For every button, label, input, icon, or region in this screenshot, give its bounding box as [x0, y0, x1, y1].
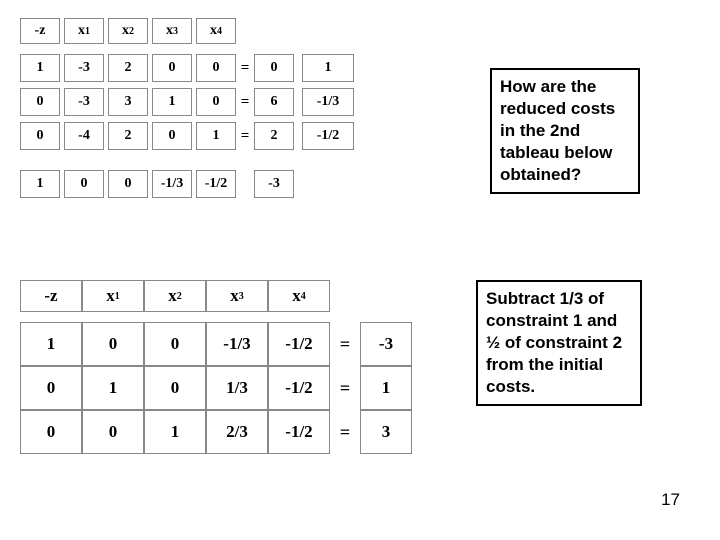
- t1-r1-c1: -3: [64, 54, 104, 82]
- col-x2: x2: [144, 280, 206, 312]
- t1-r1-mult: 1: [302, 54, 354, 82]
- t1-r3-c3: 0: [152, 122, 192, 150]
- t1-r1-c2: 2: [108, 54, 148, 82]
- question-box: How are the reduced costs in the 2nd tab…: [490, 68, 640, 194]
- t1-r4-c3: -1/3: [152, 170, 192, 198]
- t1-r3-rhs: 2: [254, 122, 294, 150]
- t1-r4-rhs: -3: [254, 170, 294, 198]
- col-x1: x1: [64, 18, 104, 44]
- t2-r3-rhs: 3: [360, 410, 412, 454]
- t2-r2-c1: 1: [82, 366, 144, 410]
- t1-r1-rhs: 0: [254, 54, 294, 82]
- col-x2: x2: [108, 18, 148, 44]
- t2-r1-c1: 0: [82, 322, 144, 366]
- t1-r2-c0: 0: [20, 88, 60, 116]
- question-text: How are the reduced costs in the 2nd tab…: [500, 77, 615, 184]
- equals-icon: =: [236, 60, 254, 77]
- t2-r2-rhs: 1: [360, 366, 412, 410]
- t2-r3-c3: 2/3: [206, 410, 268, 454]
- t1-r4-c4: -1/2: [196, 170, 236, 198]
- t1-r3-c4: 1: [196, 122, 236, 150]
- tableau1-reduced-row: 1 0 0 -1/3 -1/2 -3: [20, 170, 354, 198]
- t2-r2-c4: -1/2: [268, 366, 330, 410]
- t1-r3-c1: -4: [64, 122, 104, 150]
- tableau1-row3: 0 -4 2 0 1 = 2 -1/2: [20, 122, 354, 150]
- page-number: 17: [661, 490, 680, 510]
- initial-tableau: -z x1 x2 x3 x4 1 -3 2 0 0 = 0 1 0 -3 3 1…: [20, 18, 354, 198]
- col-z: -z: [20, 280, 82, 312]
- t2-r3-c0: 0: [20, 410, 82, 454]
- t1-r2-c1: -3: [64, 88, 104, 116]
- col-x1: x1: [82, 280, 144, 312]
- col-x3: x3: [206, 280, 268, 312]
- t1-r1-c0: 1: [20, 54, 60, 82]
- t1-r2-c4: 0: [196, 88, 236, 116]
- answer-box: Subtract 1/3 of constraint 1 and ½ of co…: [476, 280, 642, 406]
- tableau2-row1: 1 0 0 -1/3 -1/2 = -3: [20, 322, 412, 366]
- t2-r3-c1: 0: [82, 410, 144, 454]
- equals-icon: =: [330, 422, 360, 443]
- equals-icon: =: [330, 378, 360, 399]
- equals-icon: =: [236, 94, 254, 111]
- t1-r3-mult: -1/2: [302, 122, 354, 150]
- t2-r2-c3: 1/3: [206, 366, 268, 410]
- answer-text: Subtract 1/3 of constraint 1 and ½ of co…: [486, 289, 622, 396]
- tableau1-row1: 1 -3 2 0 0 = 0 1: [20, 54, 354, 82]
- tableau2-row2: 0 1 0 1/3 -1/2 = 1: [20, 366, 412, 410]
- t1-r3-c0: 0: [20, 122, 60, 150]
- t1-r4-c0: 1: [20, 170, 60, 198]
- col-x3: x3: [152, 18, 192, 44]
- col-x4: x4: [196, 18, 236, 44]
- t1-r2-rhs: 6: [254, 88, 294, 116]
- col-z: -z: [20, 18, 60, 44]
- t1-r1-c4: 0: [196, 54, 236, 82]
- t2-r1-c3: -1/3: [206, 322, 268, 366]
- t2-r1-c0: 1: [20, 322, 82, 366]
- t1-r2-c3: 1: [152, 88, 192, 116]
- equals-icon: =: [330, 334, 360, 355]
- col-x4: x4: [268, 280, 330, 312]
- equals-icon: =: [236, 128, 254, 145]
- t1-r1-c3: 0: [152, 54, 192, 82]
- tableau2-header-row: -z x1 x2 x3 x4: [20, 280, 412, 312]
- t2-r2-c0: 0: [20, 366, 82, 410]
- tableau1-header-row: -z x1 x2 x3 x4: [20, 18, 354, 44]
- t1-r4-c1: 0: [64, 170, 104, 198]
- t2-r3-c2: 1: [144, 410, 206, 454]
- t1-r2-mult: -1/3: [302, 88, 354, 116]
- t2-r1-rhs: -3: [360, 322, 412, 366]
- t1-r3-c2: 2: [108, 122, 148, 150]
- tableau2-row3: 0 0 1 2/3 -1/2 = 3: [20, 410, 412, 454]
- t2-r1-c4: -1/2: [268, 322, 330, 366]
- t2-r2-c2: 0: [144, 366, 206, 410]
- second-tableau: -z x1 x2 x3 x4 1 0 0 -1/3 -1/2 = -3 0 1 …: [20, 280, 412, 454]
- t2-r3-c4: -1/2: [268, 410, 330, 454]
- t2-r1-c2: 0: [144, 322, 206, 366]
- t1-r4-c2: 0: [108, 170, 148, 198]
- t1-r2-c2: 3: [108, 88, 148, 116]
- tableau1-row2: 0 -3 3 1 0 = 6 -1/3: [20, 88, 354, 116]
